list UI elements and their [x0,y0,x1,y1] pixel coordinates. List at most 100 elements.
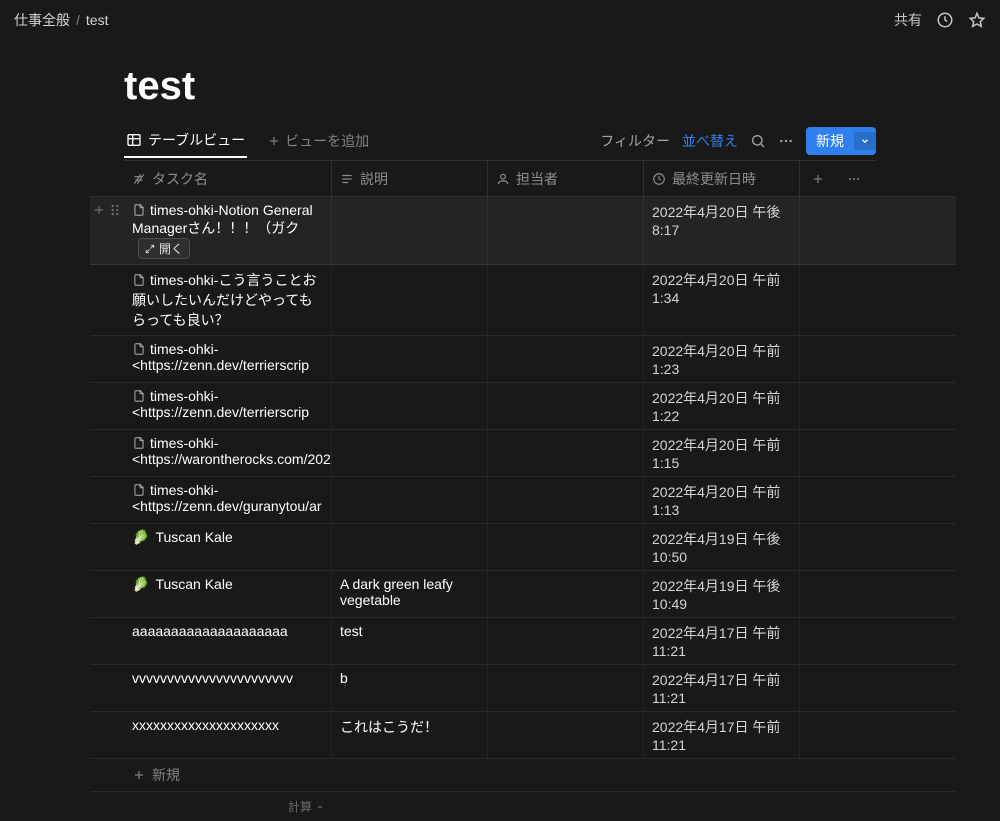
cell-assignee[interactable] [488,665,644,711]
cell-name[interactable]: times-ohki-Notion General Managerさん！！！（ガ… [124,197,332,264]
cell-name[interactable]: xxxxxxxxxxxxxxxxxxxxx [124,712,332,758]
plus-icon [811,172,825,186]
cell-name[interactable]: times-ohki-<https://zenn.dev/terrierscri… [124,336,332,382]
cell-name[interactable]: times-ohki-<https://zenn.dev/terrierscri… [124,383,332,429]
tab-table-view[interactable]: テーブルビュー [124,124,247,158]
cell-name[interactable]: 🥬Tuscan Kale [124,524,332,570]
cell-empty [836,712,872,758]
table-row[interactable]: times-ohki-こう言うことお願いしたいんだけどやってもらっても良い？ 20… [90,265,956,336]
cell-name[interactable]: times-ohki-こう言うことお願いしたいんだけどやってもらっても良い？ [124,265,332,335]
cell-assignee[interactable] [488,430,644,476]
cell-desc[interactable]: A dark green leafy vegetable [332,571,488,617]
favorite-icon[interactable] [968,11,986,29]
cell-desc[interactable] [332,265,488,335]
new-button-dropdown[interactable] [854,132,876,150]
title-prop-icon [132,172,146,186]
page-icon [132,273,146,287]
table-row[interactable]: times-ohki-Notion General Managerさん！！！（ガ… [90,197,956,265]
cell-date[interactable]: 2022年4月19日 午後 10:49 [644,571,800,617]
add-column-button[interactable] [800,161,836,196]
cell-date[interactable]: 2022年4月20日 午前 1:34 [644,265,800,335]
cell-date[interactable]: 2022年4月20日 午前 1:22 [644,383,800,429]
page-icon [132,483,146,497]
cell-assignee[interactable] [488,618,644,664]
table-row[interactable]: times-ohki-<https://zenn.dev/guranytou/a… [90,477,956,524]
column-header-date[interactable]: 最終更新日時 [644,161,800,196]
table-row[interactable]: 🥬Tuscan Kale 2022年4月19日 午後 10:50 [90,524,956,571]
search-icon[interactable] [750,133,766,149]
cell-name[interactable]: aaaaaaaaaaaaaaaaaaaa [124,618,332,664]
cell-desc[interactable] [332,430,488,476]
cell-date[interactable]: 2022年4月20日 午前 1:15 [644,430,800,476]
cell-assignee[interactable] [488,571,644,617]
column-header-desc[interactable]: 説明 [332,161,488,196]
cell-date[interactable]: 2022年4月19日 午後 10:50 [644,524,800,570]
clock-prop-icon [652,172,666,186]
views-tabs: テーブルビュー ビューを追加 フィルター 並べ替え 新規 [124,121,876,161]
cell-assignee[interactable] [488,524,644,570]
row-handle[interactable] [90,197,124,264]
sort-button[interactable]: 並べ替え [682,131,738,151]
cell-assignee[interactable] [488,477,644,523]
breadcrumb-current[interactable]: test [86,12,109,28]
cell-desc[interactable] [332,524,488,570]
table-row[interactable]: times-ohki-<https://warontherocks.com/20… [90,430,956,477]
table-row[interactable]: 🥬Tuscan KaleA dark green leafy vegetable… [90,571,956,618]
breadcrumb-parent[interactable]: 仕事全般 [14,10,70,30]
table-row[interactable]: xxxxxxxxxxxxxxxxxxxxxこれはこうだ！ 2022年4月17日 午… [90,712,956,759]
row-title: times-ohki-<https://zenn.dev/guranytou/a… [132,482,322,514]
cell-desc[interactable]: test [332,618,488,664]
table-row[interactable]: times-ohki-<https://zenn.dev/terrierscri… [90,336,956,383]
new-button[interactable]: 新規 [806,127,876,155]
cell-assignee[interactable] [488,383,644,429]
person-prop-icon [496,172,510,186]
filter-button[interactable]: フィルター [600,131,670,151]
cell-name[interactable]: vvvvvvvvvvvvvvvvvvvvvvv [124,665,332,711]
cell-empty [836,197,872,264]
row-title: 🥬Tuscan Kale [132,529,233,545]
chevron-down-icon [860,136,870,146]
table-row[interactable]: times-ohki-<https://zenn.dev/terrierscri… [90,383,956,430]
open-button[interactable]: 開く [138,238,190,259]
cell-empty [836,477,872,523]
cell-desc[interactable] [332,477,488,523]
cell-desc[interactable] [332,383,488,429]
cell-empty [800,571,836,617]
cell-name[interactable]: times-ohki-<https://warontherocks.com/20… [124,430,332,476]
row-title: times-ohki-こう言うことお願いしたいんだけどやってもらっても良い？ [132,272,316,328]
cell-desc[interactable] [332,197,488,264]
cell-name[interactable]: times-ohki-<https://zenn.dev/guranytou/a… [124,477,332,523]
drag-handle-icon[interactable] [108,203,122,217]
cell-assignee[interactable] [488,265,644,335]
column-header-assignee[interactable]: 担当者 [488,161,644,196]
cell-empty [800,665,836,711]
updates-icon[interactable] [936,11,954,29]
column-label: 担当者 [516,169,558,189]
cell-date[interactable]: 2022年4月20日 午前 1:13 [644,477,800,523]
share-button[interactable]: 共有 [894,10,922,30]
calc-cell[interactable]: 計算 [124,792,332,821]
cell-date[interactable]: 2022年4月17日 午前 11:21 [644,618,800,664]
cell-assignee[interactable] [488,197,644,264]
add-row-icon[interactable] [92,203,106,217]
cell-desc[interactable] [332,336,488,382]
column-header-name[interactable]: タスク名 [124,161,332,196]
more-icon[interactable] [778,133,794,149]
cell-assignee[interactable] [488,336,644,382]
cell-date[interactable]: 2022年4月17日 午前 11:21 [644,665,800,711]
column-more-button[interactable] [836,161,872,196]
new-row-button[interactable]: 新規 [90,759,956,792]
cell-desc[interactable]: b [332,665,488,711]
page-title[interactable]: test [0,64,1000,121]
table-row[interactable]: aaaaaaaaaaaaaaaaaaaatest 2022年4月17日 午前 11… [90,618,956,665]
cell-date[interactable]: 2022年4月20日 午前 1:23 [644,336,800,382]
add-view-button[interactable]: ビューを追加 [267,131,369,151]
cell-name[interactable]: 🥬Tuscan Kale [124,571,332,617]
cell-empty [836,618,872,664]
cell-date[interactable]: 2022年4月20日 午後 8:17 [644,197,800,264]
cell-date[interactable]: 2022年4月17日 午前 11:21 [644,712,800,758]
new-button-label[interactable]: 新規 [806,127,854,155]
cell-assignee[interactable] [488,712,644,758]
table-row[interactable]: vvvvvvvvvvvvvvvvvvvvvvvb 2022年4月17日 午前 11… [90,665,956,712]
cell-desc[interactable]: これはこうだ！ [332,712,488,758]
